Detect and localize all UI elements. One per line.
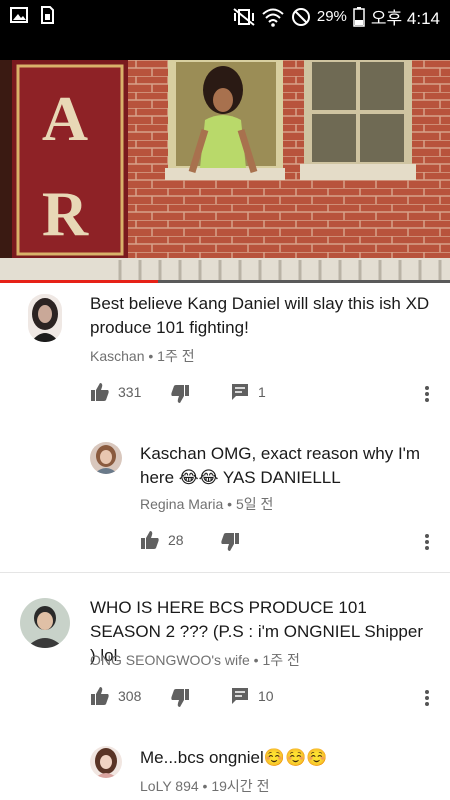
thumbs-up-icon [91, 383, 109, 401]
reply-count: 1 [258, 384, 266, 400]
mute-vibrate-icon [233, 7, 255, 26]
reply-button[interactable]: 10 [230, 686, 274, 706]
thumbs-down-icon [221, 533, 239, 551]
like-button[interactable]: 308 [90, 686, 141, 706]
comment-icon [232, 384, 248, 400]
thumbs-down-icon [171, 385, 189, 403]
comment-meta: Regina Maria • 5일 전 [140, 494, 273, 514]
comment-time: 1주 전 [262, 652, 300, 668]
comment-meta: LoLY 894 • 19시간 전 [140, 776, 269, 796]
more-options-icon[interactable] [424, 532, 430, 552]
like-count: 308 [118, 688, 142, 704]
thumbs-down-icon [171, 689, 189, 707]
comment-author[interactable]: ONG SEONGWOO's wife [90, 652, 250, 668]
comment-meta: ONG SEONGWOO's wife • 1주 전 [90, 650, 300, 670]
sign-letter-a: A [42, 83, 88, 154]
like-count: 331 [118, 384, 142, 400]
thumbs-up-icon [91, 687, 109, 705]
meta-separator: • [198, 778, 212, 794]
thumbs-up-icon [141, 531, 159, 549]
comment-actions: 331 1 [90, 382, 440, 406]
like-button[interactable]: 28 [140, 530, 184, 550]
more-options-icon[interactable] [424, 384, 430, 404]
comment-actions: 28 [140, 530, 440, 554]
comment-text: Best believe Kang Daniel will slay this … [90, 294, 430, 337]
avatar[interactable] [90, 442, 122, 474]
video-progress-fill [0, 280, 158, 283]
sign-letter-r: R [42, 178, 89, 249]
reply-count: 10 [258, 688, 274, 704]
comment-time: 5일 전 [235, 496, 274, 512]
avatar[interactable] [90, 746, 122, 778]
clock: 오후 4:14 [370, 9, 440, 28]
thread-divider [0, 572, 450, 573]
avatar[interactable] [20, 598, 70, 648]
video-player[interactable]: A R [0, 32, 450, 282]
meta-separator: • [249, 652, 263, 668]
comment-actions: 308 10 [90, 686, 440, 710]
more-options-icon[interactable] [424, 688, 430, 708]
comment-time: 1주 전 [157, 348, 195, 364]
like-button[interactable]: 331 [90, 382, 141, 402]
comment-meta: Kaschan • 1주 전 [90, 346, 195, 366]
dislike-button[interactable] [220, 532, 240, 552]
no-disturb-icon [291, 7, 310, 26]
reply-button[interactable]: 1 [230, 382, 266, 402]
sim-icon [41, 6, 54, 24]
meta-separator: • [144, 348, 158, 364]
dislike-button[interactable] [170, 384, 190, 404]
comment-author[interactable]: Kaschan [90, 348, 144, 364]
video-progress-bar[interactable] [0, 280, 450, 283]
gallery-icon [10, 7, 28, 23]
comment-author[interactable]: LoLY 894 [140, 778, 199, 794]
comment-text: Kaschan OMG, exact reason why I'm here 😂… [140, 444, 421, 487]
comment-icon [232, 688, 248, 704]
like-count: 28 [168, 532, 184, 548]
video-frame: A R [0, 60, 450, 282]
status-bar: 29% 오후 4:14 [0, 0, 450, 32]
wifi-icon [262, 8, 284, 27]
meta-separator: • [223, 496, 236, 512]
comment-author[interactable]: Regina Maria [140, 496, 223, 512]
battery-icon [353, 6, 365, 27]
comment-text: Me...bcs ongniel☺️☺️☺️ [140, 748, 328, 767]
comment-time: 19시간 전 [211, 778, 270, 794]
avatar[interactable] [28, 294, 62, 342]
dislike-button[interactable] [170, 688, 190, 708]
battery-percent: 29% [316, 8, 347, 25]
